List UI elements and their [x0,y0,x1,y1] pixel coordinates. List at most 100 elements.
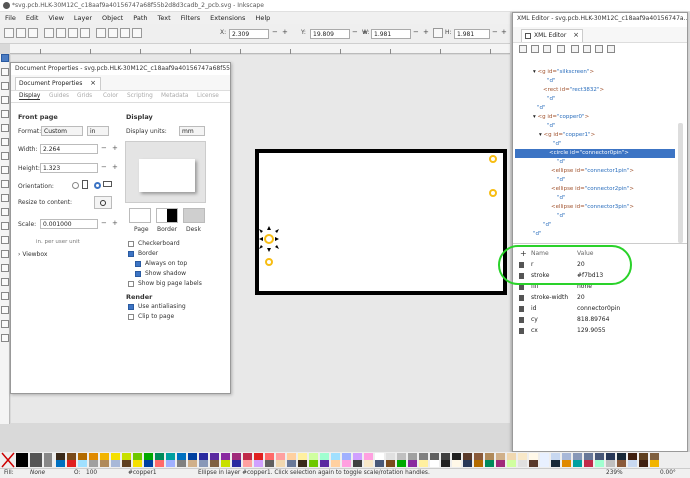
checkerboard-checkbox[interactable] [128,241,134,247]
w-increment-button[interactable]: + [423,28,429,36]
deselect-icon[interactable] [28,28,38,38]
close-icon[interactable]: × [90,79,96,87]
tweak-tool-icon[interactable] [1,334,9,342]
raise-node-icon[interactable] [595,45,603,53]
pane-divider[interactable] [513,243,687,244]
xml-node[interactable]: "d" [557,212,566,221]
tab-license[interactable]: License [197,93,219,99]
xml-editor-tab[interactable]: XML Editor × [521,29,583,42]
xml-node[interactable]: ▾ <g id="copper1"> [539,131,595,140]
bucket-tool-icon[interactable] [1,264,9,272]
x-increment-button[interactable]: + [282,28,288,36]
xml-node-selected[interactable]: <circle id="connector0pin"> [515,149,675,158]
spiral-tool-icon[interactable] [1,166,9,174]
xml-node[interactable]: <ellipse id="connector3pin"> [551,203,634,212]
menu-file[interactable]: File [0,12,21,22]
xml-node[interactable]: ▾ <g id="silkscreen"> [533,68,594,77]
format-dropdown[interactable]: Custom [41,126,83,136]
mesh-tool-icon[interactable] [1,292,9,300]
menu-extensions[interactable]: Extensions [205,12,250,22]
text-tool-icon[interactable] [1,222,9,230]
menu-filters[interactable]: Filters [176,12,205,22]
connector-tool-icon[interactable] [1,320,9,328]
tab-display[interactable]: Display [19,93,41,100]
width-increment-button[interactable]: + [112,144,118,152]
show-big-page-labels-checkbox[interactable] [128,281,134,287]
connector3-pin[interactable] [265,258,273,266]
attribute-row[interactable]: id connector0pin [517,305,685,315]
attribute-row[interactable]: cx 129.9055 [517,327,685,337]
height-increment-button[interactable]: + [112,163,118,171]
spray-tool-icon[interactable] [1,236,9,244]
xml-node[interactable]: "d" [557,194,566,203]
duplicate-node-icon[interactable] [543,45,551,53]
resize-to-content-button[interactable] [94,196,112,209]
connector1-pin[interactable] [489,155,497,163]
trash-icon[interactable] [519,295,524,301]
connector0-pin[interactable] [264,234,274,244]
zoom-value[interactable]: 239% [606,470,623,476]
attribute-row[interactable]: cy 818.89764 [517,316,685,326]
desk-color-swatch[interactable] [183,208,205,223]
xml-node[interactable]: "d" [543,221,552,230]
node-tool-icon[interactable] [1,68,9,76]
tree-scrollbar[interactable] [678,123,683,243]
3d-box-tool-icon[interactable] [1,124,9,132]
format-unit-dropdown[interactable]: in [87,126,109,136]
border-checkbox[interactable] [128,251,134,257]
document-properties-tab[interactable]: Document Properties × [15,77,101,90]
rotate-cw-icon[interactable] [56,28,66,38]
xml-node[interactable]: "d" [547,122,556,131]
flip-horizontal-icon[interactable] [68,28,78,38]
eraser-tool-icon[interactable] [1,250,9,258]
page-color-swatch[interactable] [129,208,151,223]
tab-grids[interactable]: Grids [77,93,92,99]
scale-decrement-button[interactable]: − [101,219,107,227]
star-tool-icon[interactable] [1,152,9,160]
selection-handles[interactable] [259,226,279,252]
xml-node[interactable]: <ellipse id="connector1pin"> [551,167,634,176]
pen-tool-icon[interactable] [1,194,9,202]
use-antialiasing-checkbox[interactable] [128,304,134,310]
scale-field[interactable]: 0.001000 [40,219,98,229]
horizontal-ruler[interactable] [10,44,510,54]
xml-node[interactable]: <rect id="rect3832"> [543,86,604,95]
portrait-radio[interactable] [72,182,79,189]
menu-view[interactable]: View [43,12,68,22]
xml-node[interactable]: "d" [557,176,566,185]
tab-guides[interactable]: Guides [49,93,69,99]
calligraphy-tool-icon[interactable] [1,208,9,216]
menu-text[interactable]: Text [153,12,176,22]
attribute-row[interactable]: stroke-width 20 [517,294,685,304]
rotate-ccw-icon[interactable] [44,28,54,38]
menu-path[interactable]: Path [128,12,152,22]
raise-icon[interactable] [108,28,118,38]
clip-to-page-checkbox[interactable] [128,314,134,320]
menu-help[interactable]: Help [250,12,275,22]
y-decrement-button[interactable]: − [352,28,358,36]
x-decrement-button[interactable]: − [272,28,278,36]
lower-node-icon[interactable] [607,45,615,53]
xml-node[interactable]: "d" [553,140,562,149]
xml-node[interactable]: "d" [557,158,566,167]
raise-to-top-icon[interactable] [96,28,106,38]
tab-color[interactable]: Color [103,93,118,99]
rectangle-tool-icon[interactable] [1,110,9,118]
current-layer[interactable]: #copper1 [128,470,157,476]
zoom-tool-icon[interactable] [1,82,9,90]
xml-node[interactable]: ▾ <g id="copper0"> [533,113,589,122]
x-field[interactable]: 2.309 [229,29,269,39]
scale-increment-button[interactable]: + [112,219,118,227]
unindent-node-icon[interactable] [571,45,579,53]
connector2-pin[interactable] [489,189,497,197]
width-field[interactable]: 2.264 [40,144,98,154]
always-on-top-checkbox[interactable] [135,261,141,267]
close-icon[interactable]: × [573,31,579,39]
show-shadow-checkbox[interactable] [135,271,141,277]
pencil-tool-icon[interactable] [1,180,9,188]
dropper-tool-icon[interactable] [1,306,9,314]
opacity-value[interactable]: 100 [86,470,97,476]
xml-node[interactable]: <ellipse id="connector2pin"> [551,185,634,194]
y-field[interactable]: 19.809 [310,29,350,39]
selector-tool-icon[interactable] [1,54,9,62]
